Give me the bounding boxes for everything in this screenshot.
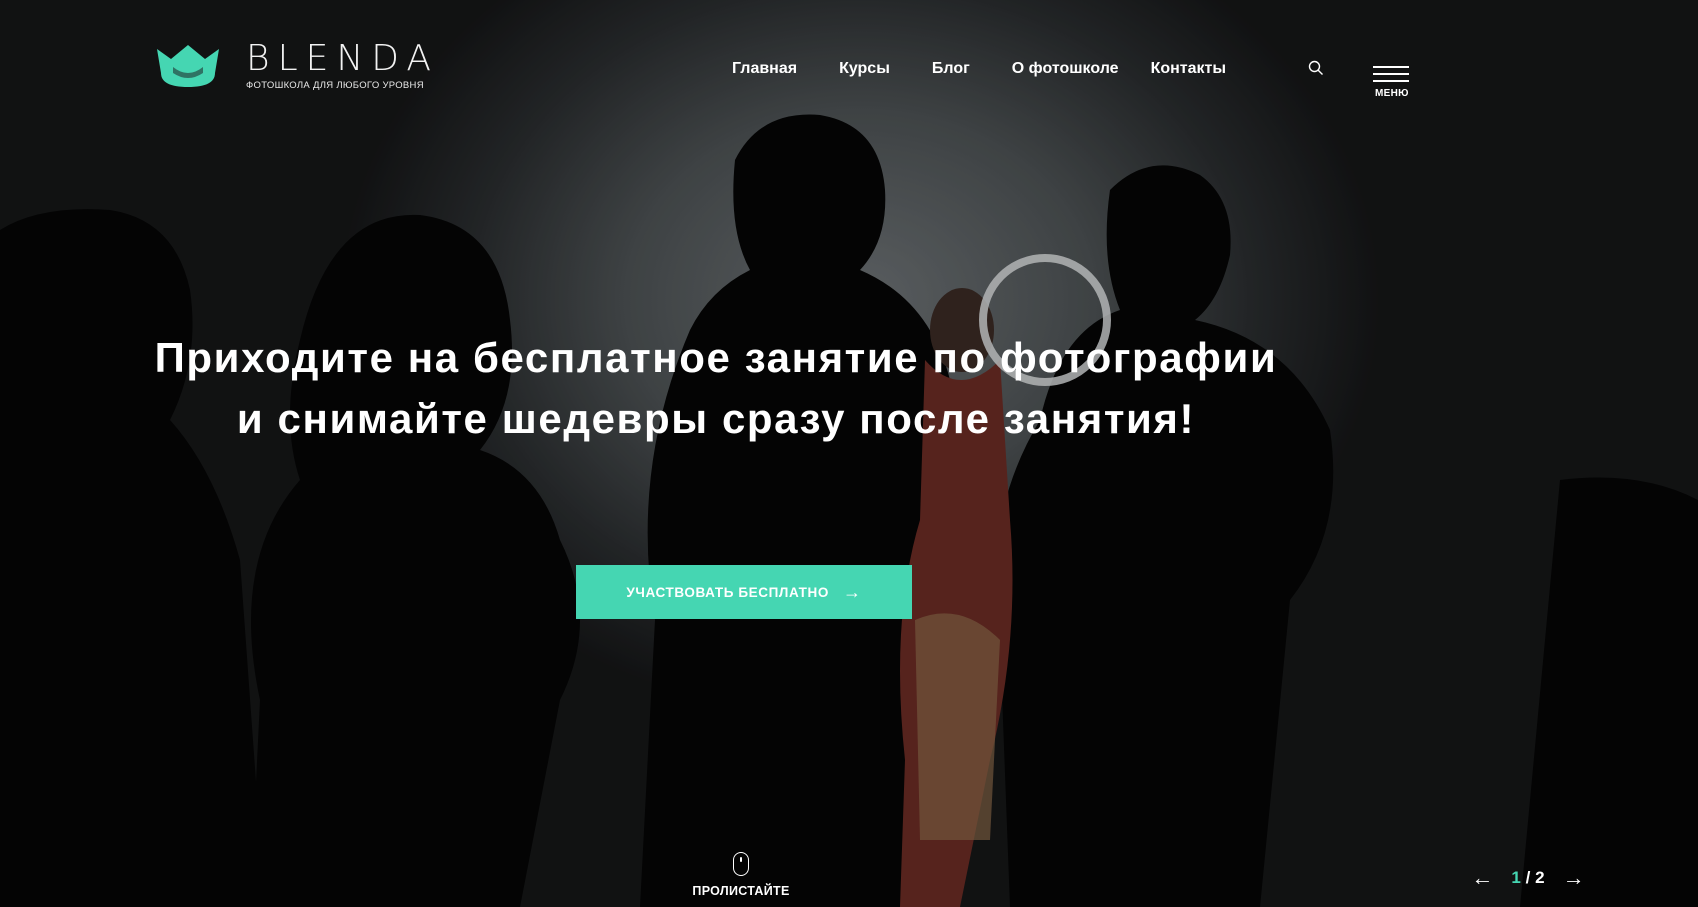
nav-list: Главная Курсы Блог О фотошколе Контакты (732, 29, 1226, 109)
current-slide: 1 (1511, 868, 1521, 887)
menu-label: МЕНЮ (1375, 88, 1409, 99)
brand-tagline: ФОТОШКОЛА ДЛЯ ЛЮБОГО УРОВНЯ (246, 80, 424, 91)
brand-name: BLENDA (246, 38, 440, 79)
logo-text: BLENDA ФОТОШКОЛА ДЛЯ ЛЮБОГО УРОВНЯ (246, 38, 440, 92)
slider-pager: ← 1 / 2 → (1450, 852, 1606, 904)
logo[interactable]: BLENDA ФОТОШКОЛА ДЛЯ ЛЮБОГО УРОВНЯ (114, 24, 488, 108)
hero-title-text: Приходите на бесплатное занятие по фотог… (154, 334, 1278, 442)
arrow-right-icon[interactable]: → (1559, 865, 1589, 891)
mouse-icon (733, 852, 749, 876)
nav-item-home[interactable]: Главная (732, 60, 797, 78)
site-header: BLENDA ФОТОШКОЛА ДЛЯ ЛЮБОГО УРОВНЯ Главн… (40, 8, 1450, 130)
search-button[interactable] (1296, 48, 1336, 88)
nav-item-courses[interactable]: Курсы (839, 60, 890, 78)
search-icon (1308, 60, 1323, 75)
scroll-down-hint[interactable]: ПРОЛИСТАЙТЕ (676, 846, 806, 902)
join-free-button[interactable]: УЧАСТВОВАТЬ БЕСПЛАТНО → (576, 565, 912, 619)
scroll-label: ПРОЛИСТАЙТЕ (692, 884, 790, 898)
hero-title: Приходите на бесплатное занятие по фотог… (78, 258, 1354, 518)
join-free-label: УЧАСТВОВАТЬ БЕСПЛАТНО (626, 584, 829, 600)
total-slides: 2 (1535, 868, 1545, 887)
crown-logo-icon-svg (157, 45, 219, 87)
crown-logo-icon (142, 41, 234, 91)
arrow-left-icon[interactable]: ← (1467, 865, 1497, 891)
menu-button[interactable]: МЕНЮ (1360, 46, 1440, 99)
nav-item-about[interactable]: О фотошколе (1012, 60, 1119, 78)
arrow-right-icon: → (842, 581, 862, 602)
hamburger-icon (1373, 66, 1409, 87)
cta-container: УЧАСТВОВАТЬ БЕСПЛАТНО → (427, 525, 1037, 649)
slide-counter: 1 / 2 (1511, 868, 1544, 888)
nav-item-blog[interactable]: Блог (932, 60, 970, 78)
slide-separator: / (1525, 868, 1531, 887)
nav-item-contacts[interactable]: Контакты (1151, 60, 1226, 78)
main-navigation: Главная Курсы Блог О фотошколе Контакты … (680, 22, 1478, 116)
